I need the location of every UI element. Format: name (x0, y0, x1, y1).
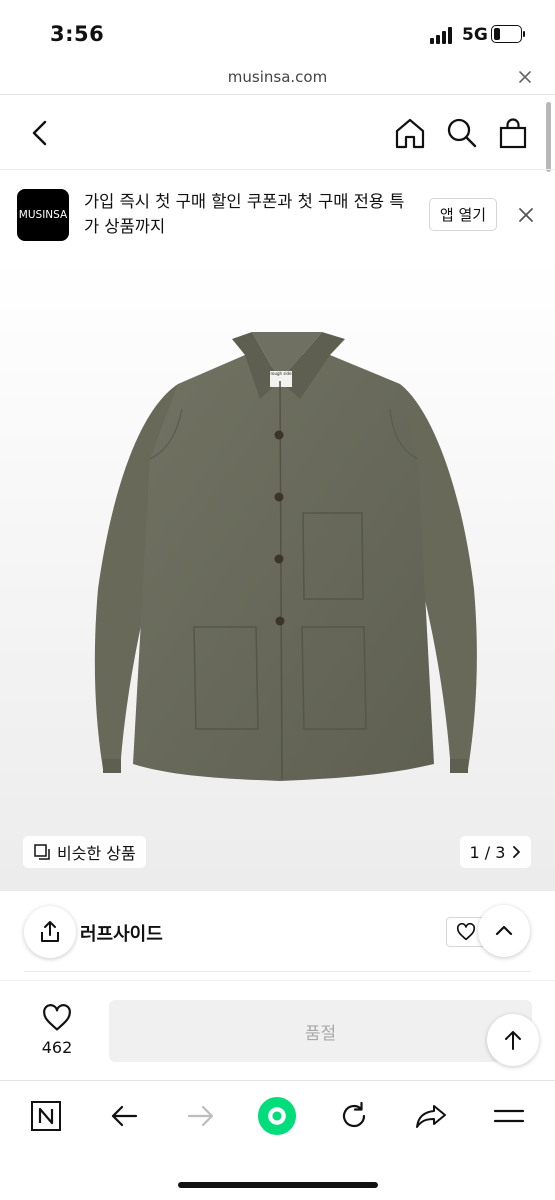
divider (0, 1080, 555, 1081)
image-pager[interactable]: 1 / 3 (460, 836, 531, 868)
browser-back-button[interactable] (104, 1096, 144, 1136)
cellular-signal-icon (430, 27, 456, 44)
heart-icon (43, 1004, 71, 1031)
naver-green-dot-button[interactable] (257, 1096, 297, 1136)
like-count: 462 (41, 1038, 73, 1057)
battery-level (494, 28, 500, 40)
green-dot-icon (257, 1096, 297, 1136)
search-icon (447, 118, 477, 148)
battery-icon (491, 25, 525, 43)
search-button[interactable] (444, 115, 480, 151)
promo-close-button[interactable] (515, 204, 537, 226)
divider (24, 971, 531, 972)
brand-name[interactable]: 러프사이드 (80, 920, 163, 946)
share-page-button[interactable] (411, 1096, 451, 1136)
back-icon (32, 120, 47, 146)
similar-products-button[interactable]: 비슷한 상품 (23, 836, 146, 868)
menu-icon (493, 1109, 525, 1123)
divider (0, 169, 555, 170)
divider (0, 94, 555, 95)
divider (0, 980, 555, 981)
arrow-left-icon (111, 1105, 138, 1127)
product-image (94, 332, 477, 781)
collapse-button[interactable] (478, 905, 530, 957)
refresh-icon (342, 1101, 366, 1128)
open-app-button[interactable]: 앱 열기 (429, 198, 497, 231)
scroll-indicator (546, 102, 551, 172)
similar-products-label: 비슷한 상품 (57, 844, 136, 863)
similar-icon (34, 844, 50, 860)
promo-message: 가입 즉시 첫 구매 할인 쿠폰과 첫 구매 전용 특가 상품까지 (84, 192, 405, 236)
naver-home-button[interactable] (26, 1096, 66, 1136)
network-type: 5G (462, 25, 488, 45)
share-button[interactable] (24, 906, 76, 958)
naver-n-icon (31, 1101, 61, 1131)
chevron-up-icon (495, 925, 513, 936)
arrow-up-icon (505, 1031, 521, 1050)
home-indicator (178, 1182, 378, 1188)
pager-text: 1 / 3 (469, 842, 506, 862)
product-image-gallery[interactable]: rough side (0, 259, 555, 891)
soldout-button[interactable]: 품절 (109, 1000, 532, 1062)
jacket-brand-tag: rough side (270, 371, 292, 376)
url-text[interactable]: musinsa.com (0, 68, 555, 86)
bag-icon (499, 118, 527, 149)
shopping-bag-button[interactable] (495, 115, 531, 151)
menu-button[interactable] (489, 1096, 529, 1136)
like-button[interactable] (41, 1004, 73, 1032)
home-icon (395, 118, 425, 149)
back-button[interactable] (26, 116, 56, 150)
home-button[interactable] (392, 115, 428, 151)
heart-icon (456, 923, 476, 941)
close-icon (519, 208, 533, 222)
share-icon (41, 921, 59, 942)
arrow-right-icon (187, 1105, 214, 1127)
share-arrow-icon (416, 1105, 446, 1128)
close-icon[interactable] (514, 66, 536, 88)
browser-forward-button[interactable] (181, 1096, 221, 1136)
status-time: 3:56 (50, 22, 105, 46)
refresh-button[interactable] (334, 1096, 374, 1136)
musinsa-logo: MUSINSA (17, 189, 69, 241)
chevron-right-icon (513, 846, 521, 858)
scroll-to-top-button[interactable] (487, 1014, 539, 1066)
